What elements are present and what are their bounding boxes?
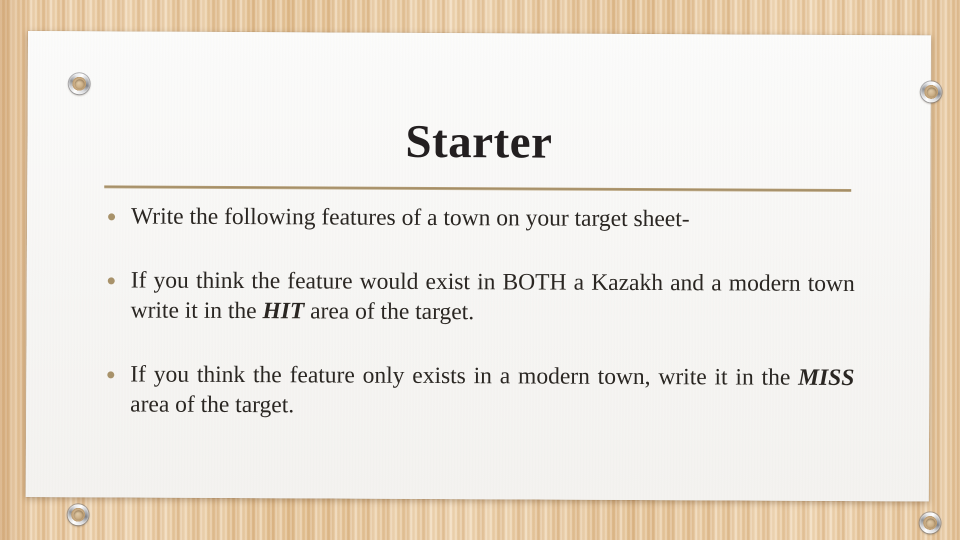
list-item: Write the following features of a town o…: [103, 201, 855, 235]
emphasis-miss: MISS: [798, 364, 855, 392]
slide-body: Write the following features of a town o…: [102, 201, 855, 423]
list-item: If you think the feature would exist in …: [103, 265, 855, 329]
screw-icon-bottom-left: [67, 504, 89, 526]
list-item-text: Write the following features of a town o…: [131, 203, 690, 233]
screw-icon-bottom-right: [919, 512, 941, 534]
bullet-dot-icon: [108, 213, 116, 221]
bullet-dot-icon: [107, 277, 115, 285]
bullet-dot-icon: [107, 371, 115, 379]
screw-icon-top-left: [68, 73, 90, 95]
slide-title: Starter: [405, 115, 553, 169]
list-item-text: If you think the feature would exist in …: [130, 267, 855, 326]
list-item: If you think the feature only exists in …: [102, 359, 854, 423]
wood-grain-background: [0, 0, 26, 540]
presentation-slide: Starter Write the following features of …: [0, 0, 960, 540]
emphasis-hit: HIT: [262, 298, 305, 325]
list-item-text: If you think the feature only exists in …: [130, 361, 855, 419]
slide-card: Starter Write the following features of …: [25, 31, 942, 534]
screw-icon-top-right: [920, 81, 942, 103]
